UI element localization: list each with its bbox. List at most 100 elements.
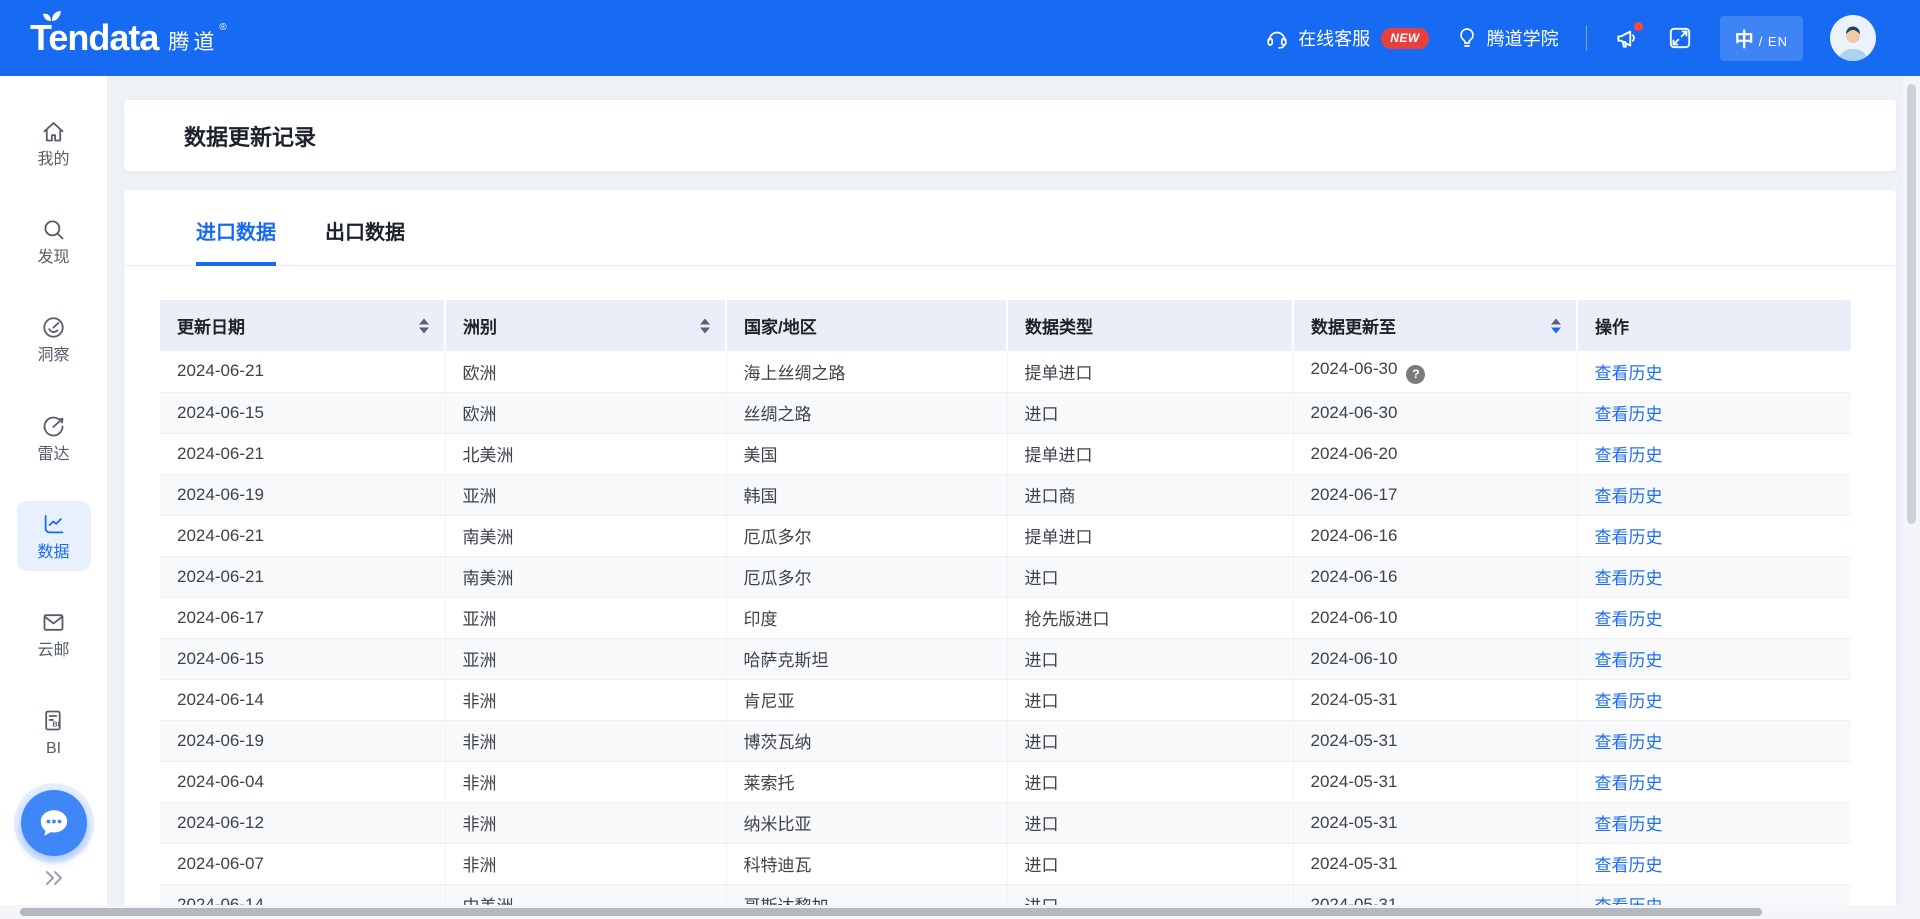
view-history-link[interactable]: 查看历史 — [1595, 733, 1663, 752]
academy-button[interactable]: 腾道学院 — [1456, 25, 1559, 51]
headset-icon — [1265, 26, 1289, 50]
column-header-label: 国家/地区 — [744, 318, 817, 337]
user-avatar[interactable] — [1830, 15, 1876, 61]
cell-action: 查看历史 — [1577, 638, 1851, 679]
sidebar-item-雷达[interactable]: 雷达 — [17, 403, 91, 473]
sidebar-nav: 我的发现洞察雷达数据云邮 BIBI — [0, 76, 107, 919]
lightbulb-icon — [1456, 26, 1478, 50]
sidebar-item-label: 数据 — [37, 543, 69, 562]
sidebar-item-label: 我的 — [37, 150, 69, 169]
table-header-row: 更新日期洲别国家/地区数据类型数据更新至操作 — [160, 300, 1851, 351]
cell-data-type: 进口 — [1007, 843, 1293, 884]
table-row: 2024-06-12非洲纳米比亚进口2024-05-31查看历史 — [160, 802, 1851, 843]
cell-action: 查看历史 — [1577, 843, 1851, 884]
sort-asc-icon[interactable] — [419, 318, 429, 324]
data-update-table: 更新日期洲别国家/地区数据类型数据更新至操作 2024-06-21欧洲海上丝绸之… — [160, 300, 1851, 919]
view-history-link[interactable]: 查看历史 — [1595, 446, 1663, 465]
tendata-logo[interactable]: Tendata 腾道 ® — [30, 20, 227, 56]
help-icon[interactable]: ? — [1406, 365, 1425, 384]
cell-data-type: 进口 — [1007, 802, 1293, 843]
view-history-link[interactable]: 查看历史 — [1595, 815, 1663, 834]
page-title: 数据更新记录 — [184, 120, 316, 152]
cell-country: 博茨瓦纳 — [726, 720, 1007, 761]
sort-carets[interactable] — [419, 318, 429, 333]
tab-bar: 进口数据 出口数据 — [124, 190, 1896, 266]
horizontal-scrollbar — [0, 905, 1903, 919]
view-history-link[interactable]: 查看历史 — [1595, 364, 1663, 383]
home-icon — [40, 118, 67, 145]
sidebar-item-我的[interactable]: 我的 — [17, 108, 91, 178]
cell-data-type: 提单进口 — [1007, 351, 1293, 392]
sidebar-item-发现[interactable]: 发现 — [17, 206, 91, 276]
cell-country: 丝绸之路 — [726, 392, 1007, 433]
column-header: 国家/地区 — [726, 300, 1007, 351]
sidebar-item-洞察[interactable]: 洞察 — [17, 304, 91, 374]
view-history-link[interactable]: 查看历史 — [1595, 528, 1663, 547]
sidebar-item-BI[interactable]: BIBI — [17, 697, 91, 767]
column-header[interactable]: 更新日期 — [160, 300, 445, 351]
view-history-link[interactable]: 查看历史 — [1595, 569, 1663, 588]
sort-carets[interactable] — [700, 318, 710, 333]
sidebar-item-label: 云邮 — [37, 641, 69, 660]
sidebar-expand-button[interactable] — [41, 866, 67, 890]
cell-country: 印度 — [726, 597, 1007, 638]
table-row: 2024-06-21北美洲美国提单进口2024-06-20查看历史 — [160, 433, 1851, 474]
search-icon — [40, 216, 67, 243]
sidebar-item-label: 洞察 — [37, 346, 69, 365]
table-row: 2024-06-15欧洲丝绸之路进口2024-06-30查看历史 — [160, 392, 1851, 433]
column-header[interactable]: 洲别 — [445, 300, 726, 351]
online-service-button[interactable]: 在线客服 NEW — [1265, 25, 1429, 51]
cell-country: 厄瓜多尔 — [726, 556, 1007, 597]
logo-wordmark: Tendata — [30, 20, 158, 56]
table-row: 2024-06-14非洲肯尼亚进口2024-05-31查看历史 — [160, 679, 1851, 720]
sort-asc-icon[interactable] — [1551, 318, 1561, 324]
new-badge: NEW — [1381, 28, 1429, 49]
sort-desc-icon[interactable] — [700, 327, 710, 333]
cell-update-date: 2024-06-19 — [160, 720, 445, 761]
view-history-link[interactable]: 查看历史 — [1595, 405, 1663, 424]
cell-country: 纳米比亚 — [726, 802, 1007, 843]
chat-fab-button[interactable] — [21, 790, 87, 856]
view-history-link[interactable]: 查看历史 — [1595, 610, 1663, 629]
logo-chinese: 腾道 — [168, 30, 218, 56]
sort-asc-icon[interactable] — [700, 318, 710, 324]
cell-action: 查看历史 — [1577, 679, 1851, 720]
table-row: 2024-06-04非洲莱索托进口2024-05-31查看历史 — [160, 761, 1851, 802]
view-history-link[interactable]: 查看历史 — [1595, 692, 1663, 711]
cell-data-type: 抢先版进口 — [1007, 597, 1293, 638]
cell-data-type: 进口 — [1007, 761, 1293, 802]
view-history-link[interactable]: 查看历史 — [1595, 651, 1663, 670]
sort-desc-icon[interactable] — [419, 327, 429, 333]
sidebar-item-云邮[interactable]: 云邮 — [17, 599, 91, 669]
sort-carets[interactable] — [1551, 318, 1561, 333]
column-header-label: 更新日期 — [177, 318, 245, 337]
cell-continent: 非洲 — [445, 679, 726, 720]
cell-continent: 非洲 — [445, 802, 726, 843]
announcements-button[interactable] — [1614, 25, 1640, 51]
table-row: 2024-06-15亚洲哈萨克斯坦进口2024-06-10查看历史 — [160, 638, 1851, 679]
language-toggle[interactable]: 中 / EN — [1720, 16, 1803, 61]
cell-data-type: 进口商 — [1007, 474, 1293, 515]
cell-continent: 亚洲 — [445, 474, 726, 515]
sidebar-item-数据[interactable]: 数据 — [17, 501, 91, 571]
tab-import-data[interactable]: 进口数据 — [196, 222, 276, 266]
app-header: Tendata 腾道 ® 在线客服 NEW — [0, 0, 1920, 76]
tab-export-data[interactable]: 出口数据 — [325, 222, 405, 266]
view-history-link[interactable]: 查看历史 — [1595, 487, 1663, 506]
vertical-scrollbar — [1903, 76, 1920, 919]
cell-action: 查看历史 — [1577, 515, 1851, 556]
registered-mark: ® — [219, 22, 226, 33]
sort-desc-icon[interactable] — [1551, 327, 1561, 333]
view-history-link[interactable]: 查看历史 — [1595, 774, 1663, 793]
vertical-scrollbar-thumb[interactable] — [1907, 84, 1916, 524]
cell-action: 查看历史 — [1577, 392, 1851, 433]
mail-icon — [40, 609, 67, 636]
cell-update-date: 2024-06-21 — [160, 433, 445, 474]
cell-data-type: 进口 — [1007, 556, 1293, 597]
cell-updated-to: 2024-06-16 — [1293, 556, 1577, 597]
cell-updated-to: 2024-05-31 — [1293, 679, 1577, 720]
view-history-link[interactable]: 查看历史 — [1595, 856, 1663, 875]
fullscreen-button[interactable] — [1667, 25, 1693, 51]
horizontal-scrollbar-thumb[interactable] — [20, 908, 1762, 916]
column-header[interactable]: 数据更新至 — [1293, 300, 1577, 351]
